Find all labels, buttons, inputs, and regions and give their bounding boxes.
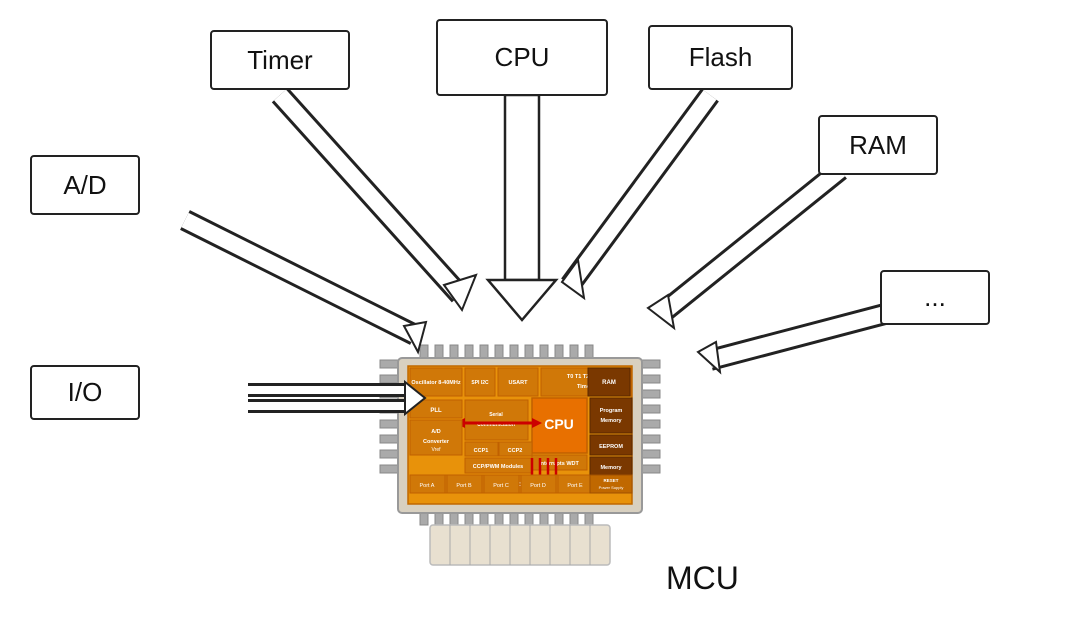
ram-label-text: RAM xyxy=(849,130,907,161)
ad-label-text: A/D xyxy=(63,170,106,201)
diagram: CPU Timer Flash RAM A/D I/O ... xyxy=(0,0,1076,624)
timer-label-box: Timer xyxy=(210,30,350,90)
ad-label-box: A/D xyxy=(30,155,140,215)
io-label-text: I/O xyxy=(68,377,103,408)
flash-label-text: Flash xyxy=(689,42,753,73)
ram-label-box: RAM xyxy=(818,115,938,175)
io-label-box: I/O xyxy=(30,365,140,420)
cpu-label-text: CPU xyxy=(495,42,550,73)
cpu-label-box: CPU xyxy=(436,19,608,96)
flash-label-box: Flash xyxy=(648,25,793,90)
timer-label-text: Timer xyxy=(247,45,312,76)
dots-label-box: ... xyxy=(880,270,990,325)
dots-label-text: ... xyxy=(924,282,946,313)
